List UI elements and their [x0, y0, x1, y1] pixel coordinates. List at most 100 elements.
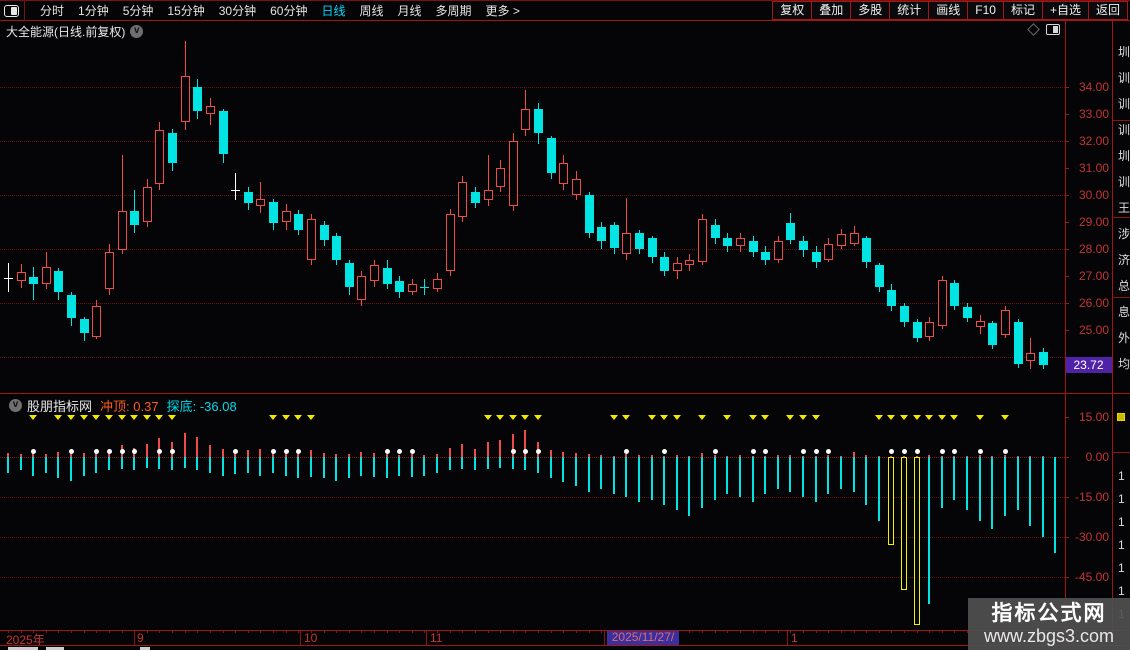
- toolbar-button-6[interactable]: 标记: [1002, 1, 1043, 20]
- candle: [408, 284, 417, 293]
- yellow-triangle-marker: [282, 415, 290, 420]
- candle: [118, 211, 127, 251]
- diamond-icon[interactable]: [1027, 23, 1040, 36]
- axis-divider: [0, 630, 1130, 631]
- date-label: 10: [304, 631, 318, 645]
- indicator-bar-down: [70, 457, 72, 481]
- white-dot-marker: [271, 449, 276, 454]
- white-dot-marker: [233, 449, 238, 454]
- candle: [206, 105, 215, 114]
- date-separator: [134, 630, 135, 645]
- date-separator: [604, 630, 605, 645]
- yellow-triangle-marker: [950, 415, 958, 420]
- candle: [509, 141, 518, 206]
- candle: [1039, 351, 1048, 365]
- date-label: 9: [137, 631, 144, 645]
- yellow-triangle-marker: [521, 415, 529, 420]
- indicator-bar-down: [789, 457, 791, 492]
- strip-clipped-digit: 1: [1118, 515, 1125, 529]
- yellow-triangle-marker: [92, 415, 100, 420]
- candle: [1014, 321, 1023, 364]
- candle: [774, 240, 783, 260]
- strip-yellow-icon: [1117, 413, 1125, 421]
- strip-clipped-char: 外: [1118, 331, 1130, 345]
- candle: [320, 224, 329, 240]
- period-tab-3[interactable]: 15分钟: [167, 2, 204, 19]
- candle: [332, 235, 341, 260]
- candle: [635, 232, 644, 249]
- indicator-name: 股朋指标网: [27, 399, 93, 414]
- toolbar-button-4[interactable]: 画线: [928, 1, 969, 20]
- indicator-panel[interactable]: [0, 393, 1065, 630]
- white-dot-marker: [157, 449, 162, 454]
- candle: [521, 108, 530, 131]
- price-gridline: [0, 303, 1065, 304]
- toolbar-button-5[interactable]: F10: [967, 1, 1004, 20]
- chevron-down-icon[interactable]: v: [130, 25, 144, 38]
- indicator-bar-down: [638, 457, 640, 503]
- indicator-bar-down: [701, 457, 703, 508]
- white-dot-marker: [410, 449, 415, 454]
- toolbar-button-7[interactable]: +自选: [1041, 1, 1089, 20]
- indicator-bar-down: [966, 457, 968, 511]
- right-sidebar-strip[interactable]: 圳训训训圳训王涉济总息外均1111111: [1112, 21, 1130, 645]
- indicator-bar-down: [512, 457, 514, 469]
- panel-divider: [0, 393, 1130, 394]
- candle: [622, 232, 631, 255]
- indicator-bar-up: [247, 450, 249, 457]
- yellow-triangle-marker: [698, 415, 706, 420]
- candle: [610, 224, 619, 248]
- period-tab-5[interactable]: 60分钟: [270, 2, 307, 19]
- indicator-bar-down: [259, 457, 261, 476]
- candle: [383, 267, 392, 285]
- candlestick-chart[interactable]: [0, 21, 1065, 393]
- yellow-triangle-marker: [269, 415, 277, 420]
- white-dot-marker: [952, 449, 957, 454]
- candle: [648, 238, 657, 258]
- indicator-bar-down: [588, 457, 590, 492]
- candle: [799, 240, 808, 251]
- yellow-triangle-marker: [118, 415, 126, 420]
- yellow-triangle-marker: [812, 415, 820, 420]
- indicator-bar-down: [449, 457, 451, 471]
- app-window: 分时 1分钟 5分钟 15分钟 30分钟 60分钟 日线 周线 月线 多周期 更多 > 复权 叠加 多股…: [0, 0, 1130, 650]
- indicator-bar-down: [411, 457, 413, 477]
- period-tab-9[interactable]: 多周期: [436, 2, 472, 19]
- strip-clipped-digit: 1: [1118, 538, 1125, 552]
- candle: [193, 87, 202, 112]
- candle: [711, 224, 720, 239]
- candle: [484, 189, 493, 201]
- period-tab-7[interactable]: 周线: [359, 2, 383, 19]
- price-label: 26.00: [1078, 296, 1109, 310]
- white-dot-marker: [120, 449, 125, 454]
- toolbar-button-8[interactable]: 返回: [1087, 1, 1128, 20]
- period-tab-6[interactable]: 日线: [321, 2, 345, 19]
- period-tab-10[interactable]: 更多 >: [486, 2, 520, 19]
- period-tab-4[interactable]: 30分钟: [219, 2, 256, 19]
- indicator-bar-down: [7, 457, 9, 473]
- white-dot-marker: [296, 449, 301, 454]
- strip-clipped-char: 王: [1118, 201, 1130, 215]
- toolbar-button-2[interactable]: 多股: [850, 1, 891, 20]
- yellow-triangle-marker: [509, 415, 517, 420]
- window-split-icon[interactable]: [1046, 24, 1060, 35]
- price-gridline: [0, 249, 1065, 250]
- last-price-badge: 23.72: [1065, 356, 1112, 373]
- toolbar-button-0[interactable]: 复权: [772, 1, 813, 20]
- toolbar-button-1[interactable]: 叠加: [811, 1, 852, 20]
- candle: [1026, 352, 1035, 362]
- chevron-down-icon[interactable]: v: [9, 399, 22, 412]
- yellow-triangle-marker: [648, 415, 656, 420]
- candle: [458, 181, 467, 217]
- date-separator: [426, 630, 427, 645]
- candle: [420, 286, 429, 289]
- panel-toggle-icon[interactable]: [4, 4, 19, 17]
- period-tab-1[interactable]: 1分钟: [78, 2, 109, 19]
- yellow-triangle-marker: [54, 415, 62, 420]
- period-tab-2[interactable]: 5分钟: [123, 2, 154, 19]
- toolbar-button-3[interactable]: 统计: [889, 1, 930, 20]
- date-label: 1: [791, 631, 798, 645]
- candle: [850, 232, 859, 244]
- period-tab-8[interactable]: 月线: [398, 2, 422, 19]
- period-tab-0[interactable]: 分时: [40, 2, 64, 19]
